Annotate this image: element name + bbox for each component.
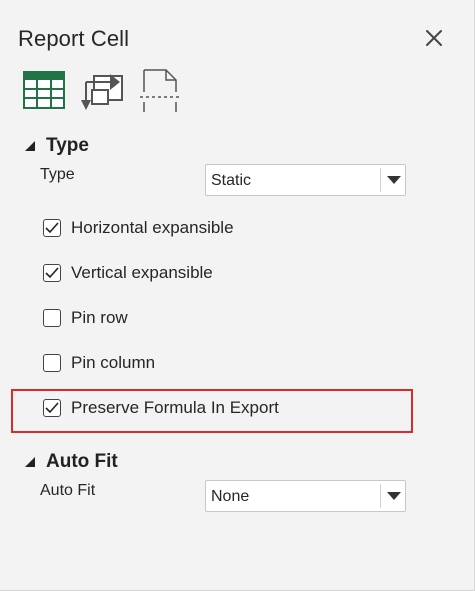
swap-arrows-icon xyxy=(81,74,123,110)
page-break-icon xyxy=(140,69,180,112)
page-break-button[interactable] xyxy=(140,68,184,112)
panel-title: Report Cell xyxy=(18,26,130,51)
checkbox-label: Preserve Formula In Export xyxy=(71,398,279,417)
autofit-select-value: None xyxy=(211,488,250,505)
vertical-expansible-checkbox[interactable]: Vertical expansible xyxy=(43,263,213,283)
type-field-label: Type xyxy=(40,166,75,183)
chevron-down-icon xyxy=(387,176,401,184)
pin-column-checkbox[interactable]: Pin column xyxy=(43,353,155,373)
checkbox-label: Pin row xyxy=(71,308,128,327)
collapse-caret-icon xyxy=(25,141,35,151)
checkbox-label: Horizontal expansible xyxy=(71,218,234,237)
autofit-section-title: Auto Fit xyxy=(46,451,118,472)
checkbox-box[interactable] xyxy=(43,354,61,372)
select-divider xyxy=(380,484,381,508)
checkmark-icon xyxy=(45,267,59,279)
horizontal-expansible-checkbox[interactable]: Horizontal expansible xyxy=(43,218,234,238)
pin-row-checkbox[interactable]: Pin row xyxy=(43,308,128,328)
type-section-header[interactable]: Type xyxy=(24,135,89,157)
close-icon xyxy=(426,30,442,46)
checkbox-box[interactable] xyxy=(43,309,61,327)
type-select-value: Static xyxy=(211,172,252,189)
type-section-title: Type xyxy=(46,135,89,156)
table-grid-button[interactable] xyxy=(22,68,66,112)
report-cell-pane: Report Cell Type Type Static Horizontal … xyxy=(0,0,475,591)
type-select[interactable]: Static xyxy=(205,164,406,196)
checkmark-icon xyxy=(45,402,59,414)
autofit-select[interactable]: None xyxy=(205,480,406,512)
close-button[interactable] xyxy=(420,24,448,52)
select-divider xyxy=(380,168,381,192)
checkbox-box[interactable] xyxy=(43,264,61,282)
autofit-section-header[interactable]: Auto Fit xyxy=(24,451,118,473)
checkbox-label: Vertical expansible xyxy=(71,263,213,282)
swap-button[interactable] xyxy=(80,68,124,112)
checkbox-label: Pin column xyxy=(71,353,156,372)
checkmark-icon xyxy=(45,222,59,234)
checkbox-box[interactable] xyxy=(43,219,61,237)
table-grid-icon xyxy=(23,71,65,109)
preserve-formula-checkbox[interactable]: Preserve Formula In Export xyxy=(43,398,279,418)
autofit-field-label: Auto Fit xyxy=(40,482,96,499)
collapse-caret-icon xyxy=(25,457,35,467)
chevron-down-icon xyxy=(387,492,401,500)
checkbox-box[interactable] xyxy=(43,399,61,417)
